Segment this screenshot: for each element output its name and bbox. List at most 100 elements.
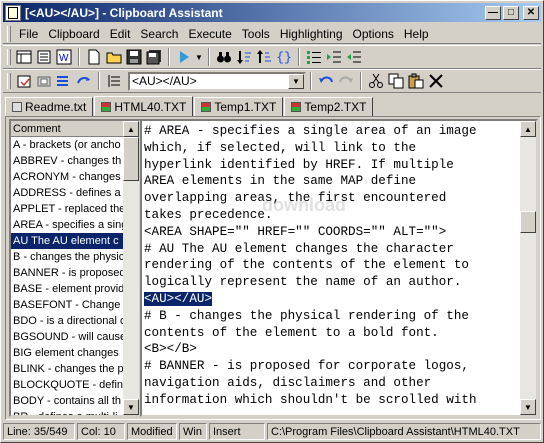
copy-icon[interactable] <box>386 71 406 91</box>
toolbar-grip[interactable] <box>7 49 11 65</box>
editor-line: # BANNER - is proposed for corporate log… <box>144 358 522 375</box>
menu-help[interactable]: Help <box>399 27 434 41</box>
list-item[interactable]: BASEFONT - Change <box>11 297 125 313</box>
scroll-down-icon[interactable]: ▼ <box>520 399 536 415</box>
new-file-icon[interactable] <box>84 47 104 67</box>
title-bar[interactable]: [<AU></AU>] - Clipboard Assistant — □ ✕ <box>3 3 541 22</box>
list-header[interactable]: Comment <box>11 121 125 137</box>
scroll-down-icon[interactable]: ▼ <box>123 399 139 415</box>
menu-highlighting[interactable]: Highlighting <box>275 27 348 41</box>
list-scrollbar[interactable]: ▲ ▼ <box>123 121 139 415</box>
list-item[interactable]: AU The AU element c <box>11 233 125 249</box>
list-view-icon[interactable] <box>34 47 54 67</box>
list-item[interactable]: APPLET - replaced the <box>11 201 125 217</box>
editor-line: takes precedence. <box>144 207 522 224</box>
toolbar-separator <box>310 72 312 90</box>
sort-ascending-icon[interactable] <box>254 47 274 67</box>
status-file-path: C:\Program Files\Clipboard Assistant\HTM… <box>267 423 541 440</box>
editor-line: # B - changes the physical rendering of … <box>144 308 522 325</box>
line-text: which, if selected, will link to the <box>144 140 417 155</box>
toolbar-separator <box>360 72 362 90</box>
comment-list[interactable]: Comment A - brackets (or ancho ABBREV - c… <box>11 121 125 415</box>
list-item[interactable]: ACRONYM - changes <box>11 169 125 185</box>
tab-temp2[interactable]: Temp2.TXT <box>284 97 374 116</box>
document-icon <box>201 102 212 112</box>
convert-icon[interactable] <box>74 71 94 91</box>
text-editor[interactable]: # AREA - specifies a single area of an i… <box>140 119 538 417</box>
outdent-icon[interactable] <box>344 47 364 67</box>
run-dropdown-icon[interactable]: ▼ <box>194 47 204 67</box>
list-item[interactable]: ABBREV - changes th <box>11 153 125 169</box>
toolbar-grip[interactable] <box>7 73 11 89</box>
scroll-up-icon[interactable]: ▲ <box>520 121 536 137</box>
scroll-thumb[interactable] <box>123 137 139 181</box>
menu-tools[interactable]: Tools <box>237 27 275 41</box>
list-item[interactable]: A - brackets (or ancho <box>11 137 125 153</box>
list-item[interactable]: BDO - is a directional c <box>11 313 125 329</box>
save-all-icon[interactable] <box>144 47 164 67</box>
editor-line: hyperlink identified by HREF. If multipl… <box>144 157 522 174</box>
list-item[interactable]: B - changes the physic <box>11 249 125 265</box>
open-folder-icon[interactable] <box>104 47 124 67</box>
run-icon[interactable] <box>174 47 194 67</box>
editor-line: information which shouldn't be scrolled … <box>144 392 522 409</box>
list-item[interactable]: BLOCKQUOTE - defin <box>11 377 125 393</box>
maximize-button[interactable]: □ <box>503 5 519 20</box>
tag-combo-input[interactable] <box>130 74 288 88</box>
close-button[interactable]: ✕ <box>523 5 539 20</box>
list-item[interactable]: ADDRESS - defines a <box>11 185 125 201</box>
bullet-list-icon[interactable] <box>304 47 324 67</box>
menu-file[interactable]: File <box>14 27 43 41</box>
menu-execute[interactable]: Execute <box>183 27 236 41</box>
undo-icon[interactable] <box>316 71 336 91</box>
status-bar: Line: 35/549 Col: 10 Modified Win Insert… <box>3 422 541 441</box>
word-wrap-icon[interactable]: W <box>54 47 74 67</box>
tab-temp1[interactable]: Temp1.TXT <box>194 97 284 116</box>
delete-icon[interactable] <box>426 71 446 91</box>
menu-grip[interactable] <box>7 25 11 42</box>
redo-icon[interactable] <box>336 71 356 91</box>
list-item[interactable]: BLINK - changes the p <box>11 361 125 377</box>
scroll-thumb[interactable] <box>520 211 536 233</box>
list-item[interactable]: BIG element changes <box>11 345 125 361</box>
sort-descending-icon[interactable] <box>234 47 254 67</box>
status-encoding: Win <box>179 423 207 440</box>
line-text: takes precedence. <box>144 207 273 222</box>
line-text: hyperlink identified by HREF. If multipl… <box>144 157 454 172</box>
list-item[interactable]: AREA - specifies a sing <box>11 217 125 233</box>
list-item[interactable]: BR - defines a multi-li <box>11 409 125 415</box>
tag-list-icon[interactable] <box>104 71 124 91</box>
tag-combo[interactable]: ▼ <box>128 71 306 91</box>
cut-icon[interactable] <box>366 71 386 91</box>
scroll-up-icon[interactable]: ▲ <box>123 121 139 137</box>
tab-html40[interactable]: HTML40.TXT <box>94 96 194 117</box>
save-icon[interactable] <box>124 47 144 67</box>
view-list-icon[interactable] <box>14 47 34 67</box>
menu-edit[interactable]: Edit <box>105 27 136 41</box>
list-item[interactable]: BANNER - is proposed <box>11 265 125 281</box>
editor-text[interactable]: # AREA - specifies a single area of an i… <box>144 123 522 409</box>
merge-lines-icon[interactable] <box>54 71 74 91</box>
chevron-down-icon[interactable]: ▼ <box>288 73 304 89</box>
indent-icon[interactable] <box>324 47 344 67</box>
document-icon <box>12 102 22 112</box>
window-title: [<AU></AU>] - Clipboard Assistant <box>25 5 223 20</box>
list-item[interactable]: BGSOUND - will cause <box>11 329 125 345</box>
list-item[interactable]: BODY - contains all th <box>11 393 125 409</box>
menu-search[interactable]: Search <box>135 27 183 41</box>
paste-icon[interactable] <box>406 71 426 91</box>
minimize-button[interactable]: — <box>485 5 501 20</box>
paste-clip-icon[interactable] <box>14 71 34 91</box>
editor-scrollbar[interactable]: ▲ ▼ <box>520 121 536 415</box>
list-item[interactable]: BASE - element provid <box>11 281 125 297</box>
app-icon[interactable] <box>5 4 21 21</box>
braces-icon[interactable]: {} <box>274 47 294 67</box>
status-line: Line: 35/549 <box>3 423 75 440</box>
line-text: # AU The AU element changes the characte… <box>144 241 454 256</box>
tab-readme[interactable]: Readme.txt <box>5 97 94 116</box>
toolbar-separator <box>98 72 100 90</box>
menu-clipboard[interactable]: Clipboard <box>43 27 104 41</box>
find-binoculars-icon[interactable] <box>214 47 234 67</box>
clipboard-capture-icon[interactable] <box>34 71 54 91</box>
menu-options[interactable]: Options <box>348 27 399 41</box>
